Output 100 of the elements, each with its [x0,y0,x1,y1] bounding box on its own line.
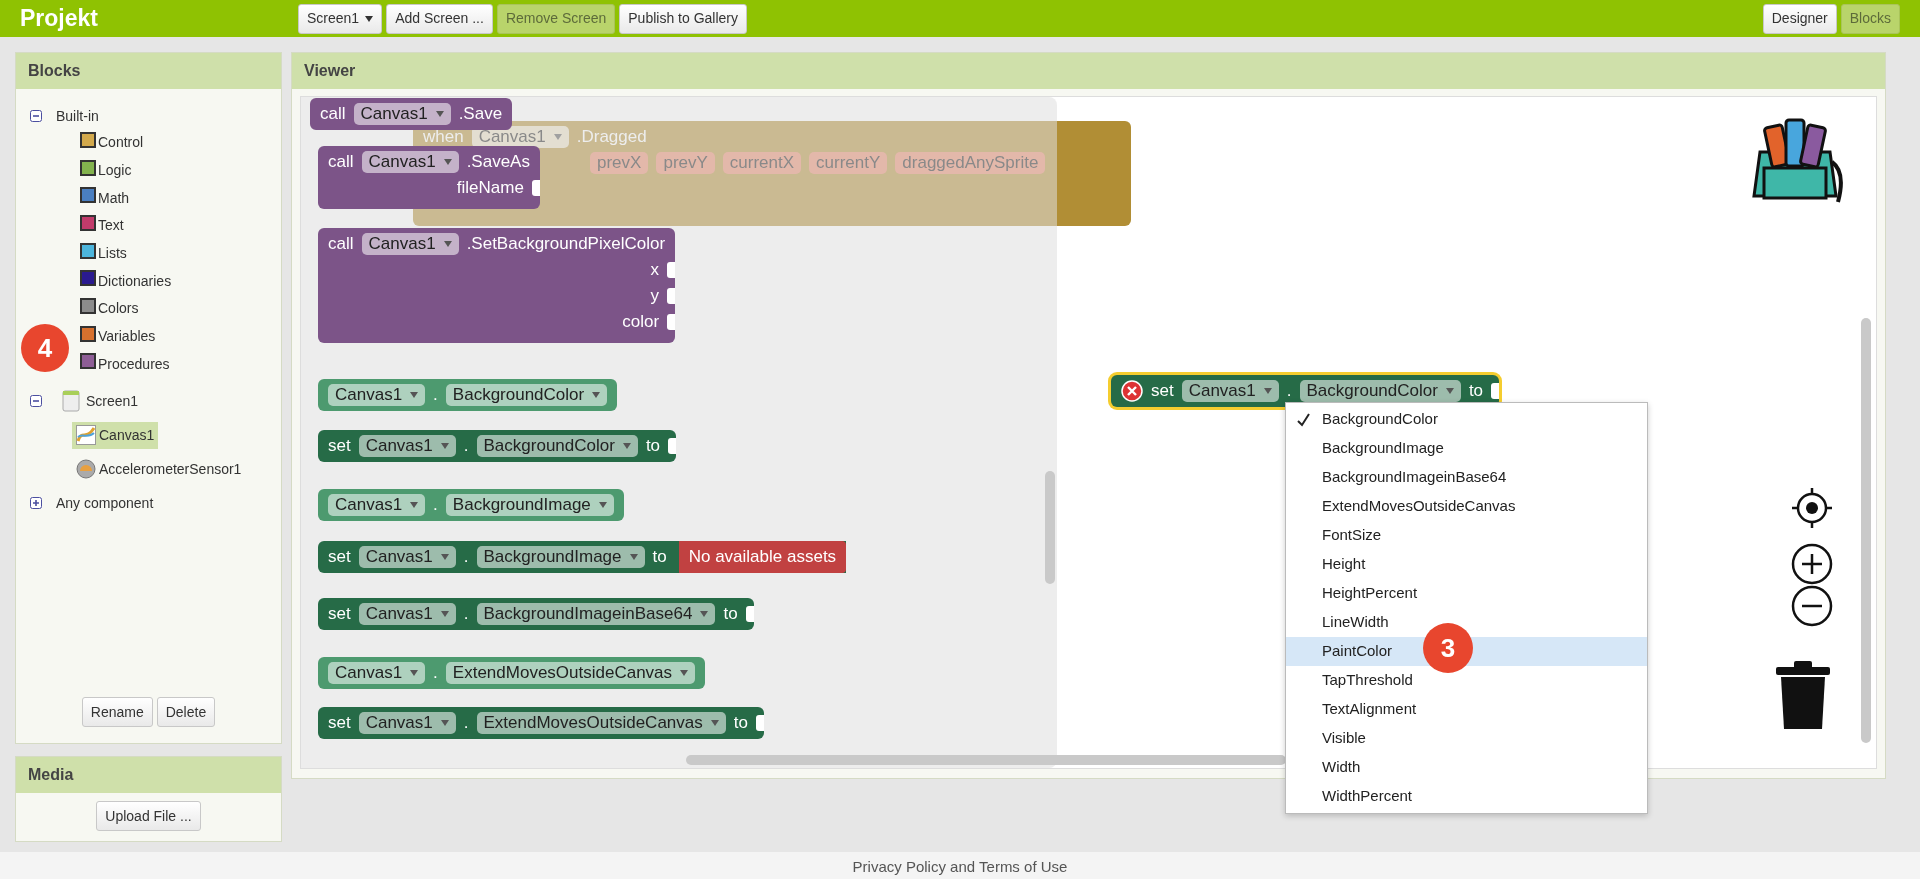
caret-icon [410,392,419,398]
caret-icon [680,670,689,676]
tree-item[interactable]: Colors [98,298,139,320]
caret-icon [440,554,449,560]
tree-item[interactable]: Logic [98,160,132,182]
asset-block: No available assets [678,541,847,573]
component-dropdown[interactable]: Canvas1 [328,384,426,406]
block-keyword: to [652,546,667,569]
panel-header: Media [16,757,281,794]
view-tab[interactable]: Designer [1762,3,1837,34]
toolbar-button[interactable]: Add Screen ... [386,3,493,34]
property-dropdown[interactable]: BackgroundColor [1299,380,1461,402]
block-keyword: call [328,233,354,256]
expand-icon[interactable] [30,497,42,510]
tree-item[interactable]: AccelerometerSensor1 [72,455,246,483]
upload-button[interactable]: Upload File ... [96,801,201,832]
component-dropdown[interactable]: Canvas1 [361,151,459,173]
panel-header: Viewer [292,53,1885,89]
caret-icon [440,720,449,726]
tree-item[interactable]: Dictionaries [98,270,172,292]
gauge-icon [76,459,96,480]
screen-dropdown[interactable]: Screen1 [298,3,383,34]
tree-item[interactable]: Lists [98,243,127,265]
panel-button[interactable]: Rename [81,697,153,728]
property-dropdown[interactable]: ExtendMovesOutsideCanvas [476,712,726,734]
zoom-in-icon[interactable] [1790,542,1834,586]
component-dropdown[interactable]: Canvas1 [328,662,426,684]
menu-item[interactable]: Height [1286,550,1647,579]
input-socket [667,314,676,330]
menu-item[interactable]: WidthPercent [1286,782,1647,811]
component-dropdown[interactable]: Canvas1 [361,233,459,255]
component-dropdown[interactable]: Canvas1 [1181,380,1279,402]
caret-icon [410,502,419,508]
tree-item[interactable]: Any component [56,492,154,514]
trash-icon[interactable] [1776,659,1830,731]
menu-item[interactable]: HeightPercent [1286,579,1647,608]
tree-item[interactable]: Procedures [98,353,170,375]
menu-item[interactable]: TextAlignment [1286,695,1647,724]
component-dropdown[interactable]: Canvas1 [358,603,456,625]
block-label: . [463,546,469,569]
input-socket [1491,383,1500,399]
caret-icon [629,554,638,560]
caret-icon [1263,388,1272,394]
component-dropdown[interactable]: Canvas1 [358,546,456,568]
caret-icon [443,159,452,165]
caret-icon [443,241,452,247]
scrollbar[interactable] [686,755,1286,765]
collapse-icon[interactable] [30,395,42,408]
block-label: . [433,384,438,407]
component-dropdown[interactable]: Canvas1 [358,712,456,734]
setter-block[interactable]: set Canvas1 . BackgroundColor to [1111,375,1500,407]
tree-item[interactable]: Text [98,215,124,237]
tree-item[interactable]: Screen1 [86,390,139,412]
step-marker: 4 [21,324,69,372]
property-dropdown[interactable]: BackgroundColor [476,435,638,457]
panel-button[interactable]: Delete [156,697,216,728]
tree-item[interactable]: Variables [98,326,156,348]
tree-item[interactable]: Built-in [56,105,99,127]
block-label: . [463,603,469,626]
tree-item[interactable]: Math [98,187,130,209]
menu-item[interactable]: BackgroundImageinBase64 [1286,463,1647,492]
panel-header: Blocks [16,53,281,89]
property-dropdown[interactable]: BackgroundImage [445,494,614,516]
tree-item[interactable]: Control [98,132,144,154]
footer-link[interactable]: Privacy Policy and Terms of Use [852,858,1068,875]
menu-item[interactable]: BackgroundColor [1286,405,1647,434]
block-keyword: call [328,151,354,174]
property-dropdown[interactable]: ExtendMovesOutsideCanvas [445,662,696,684]
property-dropdown[interactable]: BackgroundImage [476,546,645,568]
menu-item[interactable]: BackgroundImage [1286,434,1647,463]
component-dropdown[interactable]: Canvas1 [358,435,456,457]
canvas-icon [76,425,96,446]
block-keyword: when [423,126,464,149]
block-keyword: set [328,712,351,735]
block-keyword: set [328,546,351,569]
scrollbar[interactable] [1861,318,1871,743]
block-label: . [433,494,438,517]
caret-icon [435,111,444,117]
component-dropdown[interactable]: Canvas1 [353,103,451,125]
tree-item[interactable]: Canvas1 [72,421,159,449]
view-tab[interactable]: Blocks [1840,3,1900,34]
menu-item[interactable]: ExtendMovesOutsideCanvas [1286,492,1647,521]
scrollbar[interactable] [1045,471,1055,584]
block-keyword: to [723,603,738,626]
input-socket [531,180,540,196]
block-keyword: set [1151,380,1174,403]
argument-label: color [622,311,660,334]
collapse-icon[interactable] [30,110,42,122]
menu-item[interactable]: Visible [1286,724,1647,753]
recenter-icon[interactable] [1790,486,1834,530]
zoom-out-icon[interactable] [1790,584,1834,628]
menu-item[interactable]: Width [1286,753,1647,782]
block-label: . [1286,380,1292,403]
component-dropdown[interactable]: Canvas1 [328,494,426,516]
menu-item[interactable]: FontSize [1286,521,1647,550]
caret-icon [710,720,719,726]
toolbar-button[interactable]: Publish to Gallery [619,3,747,34]
property-dropdown[interactable]: BackgroundImageinBase64 [476,603,716,625]
property-dropdown[interactable]: BackgroundColor [445,384,608,406]
caret-icon [365,15,374,22]
